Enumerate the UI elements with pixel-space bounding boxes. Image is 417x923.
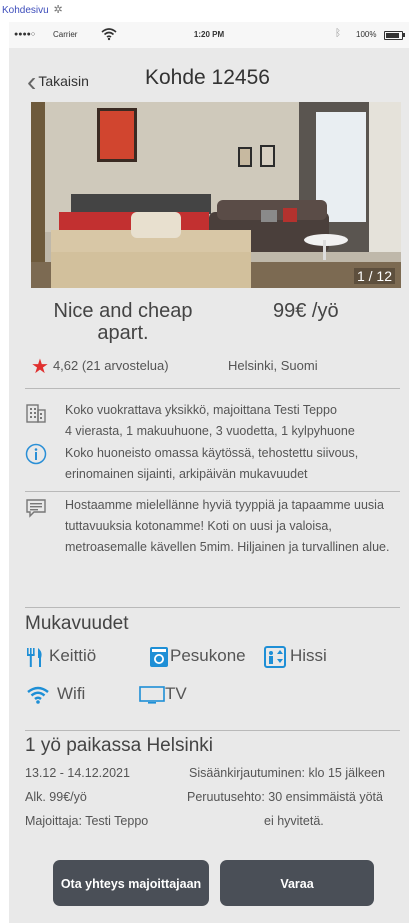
divider (25, 388, 400, 389)
battery-percent: 100% (356, 30, 377, 39)
page-title: Kohde 12456 (145, 66, 270, 89)
bluetooth-icon: ᛒ (335, 28, 341, 39)
back-label: Takaisin (38, 73, 89, 89)
host-message-text: Hostaamme mielellänne hyviä tyyppiä ja t… (65, 498, 390, 554)
checkin-text: Sisäänkirjautuminen: klo 15 jälkeen (189, 766, 385, 780)
gear-icon[interactable]: ✲ (53, 4, 62, 16)
amenity-label: TV (165, 684, 187, 703)
phone-screen: ●●●●○ Carrier 1:20 PM ᛒ 100% ‹ Takaisin K… (9, 22, 409, 923)
rating-text: 4,62 (21 arvostelua) (52, 358, 169, 373)
stay-dates: 13.12 - 14.12.2021 (25, 766, 130, 780)
divider (25, 730, 400, 731)
amenity-label: Keittiö (49, 646, 97, 665)
star-icon: ★ (31, 355, 49, 378)
book-button[interactable]: Varaa (220, 860, 374, 906)
unit-type-text: Koko vuokrattava yksikkö, majoittana Tes… (65, 403, 337, 417)
cancellation-text-2: ei hyvitetä. (264, 814, 324, 828)
amenity-tv: TV (139, 682, 187, 706)
stay-title: 1 yö paikassa Helsinki (25, 735, 213, 756)
amenity-wifi: Wifi (27, 682, 85, 706)
info-icon (25, 443, 47, 465)
amenity-label: Wifi (57, 684, 86, 703)
contact-host-button[interactable]: Ota yhteys majoittajaan (53, 860, 209, 906)
wifi-icon (27, 686, 49, 704)
stay-host: Majoittaja: Testi Teppo (25, 814, 149, 828)
cancellation-text: Peruutusehto: 30 ensimmäistä yötä (187, 790, 383, 804)
chat-icon (26, 499, 46, 518)
tv-icon (139, 685, 165, 704)
amenities-title: Mukavuudet (25, 613, 129, 634)
feature-text: Koko huoneisto omassa käytössä, tehostet… (65, 446, 359, 481)
building-icon (26, 404, 46, 423)
washing-machine-icon (150, 646, 168, 667)
divider (25, 491, 400, 492)
elevator-icon (264, 645, 286, 668)
capacity-text: 4 vierasta, 1 makuuhuone, 3 vuodetta, 1 … (65, 424, 355, 438)
apartment-photo-image (31, 102, 401, 288)
listing-price: 99€ /yö (273, 300, 339, 322)
location-text: Helsinki, Suomi (228, 358, 318, 373)
divider (25, 607, 400, 608)
rating-row: ★ 4,62 (21 arvostelua) Helsinki, Suomi (31, 355, 318, 378)
status-bar: ●●●●○ Carrier 1:20 PM ᛒ 100% (9, 22, 409, 48)
window-title: Kohdesivu (2, 5, 49, 16)
amenity-label: Hissi (290, 646, 327, 665)
window-title-bar: Kohdesivu ✲ (0, 0, 417, 22)
battery-icon (384, 31, 403, 40)
amenity-kitchen: Keittiö (25, 644, 96, 668)
photo-counter: 1 / 12 (353, 268, 395, 284)
stay-price: Alk. 99€/yö (25, 790, 87, 804)
fork-knife-icon (27, 647, 42, 667)
back-button[interactable]: ‹ Takaisin (27, 68, 89, 96)
amenity-elevator: Hissi (264, 644, 327, 668)
chevron-left-icon: ‹ (27, 66, 37, 98)
listing-photo[interactable]: 1 / 12 (31, 102, 401, 288)
amenity-washer: Pesukone (149, 644, 246, 668)
clock: 1:20 PM (193, 30, 225, 39)
amenity-label: Pesukone (170, 646, 246, 665)
listing-name: Nice and cheap apart. (53, 300, 193, 344)
